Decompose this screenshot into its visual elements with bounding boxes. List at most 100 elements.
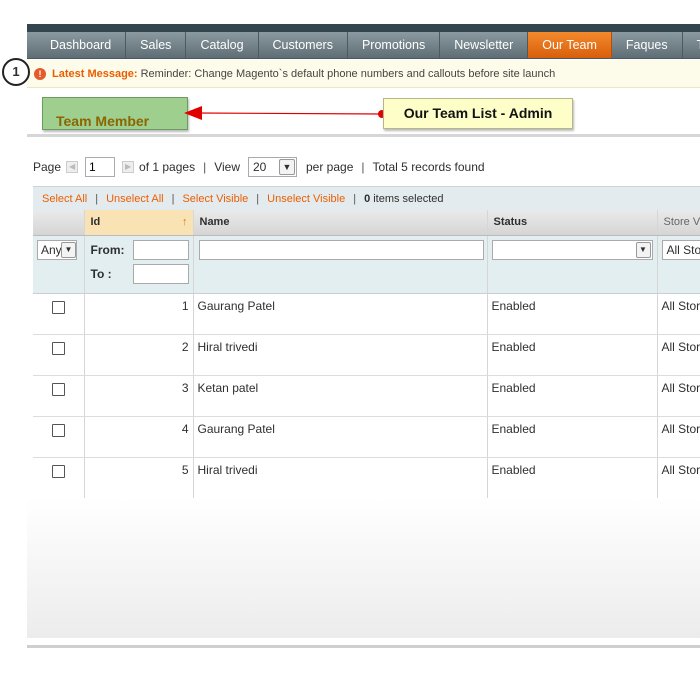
main-nav: Dashboard Sales Catalog Customers Promot… [27, 32, 700, 59]
page-input[interactable] [85, 157, 116, 177]
view-select-value: 20 [253, 160, 267, 174]
content-footer-area [27, 498, 700, 638]
filter-store: All Store Views [657, 235, 700, 294]
sort-asc-icon: ↑ [182, 216, 188, 229]
row-name: Gaurang Patel [193, 416, 488, 458]
selected-count: 0 [364, 192, 371, 205]
row-store: All Store Views [657, 416, 700, 458]
select-all-link[interactable]: Select All [42, 193, 87, 205]
page-label: Page [33, 160, 62, 174]
pager: Page ◀ ▶ of 1 pages | View 20 ▼ per page… [33, 157, 485, 177]
row-name: Hiral trivedi [193, 334, 488, 376]
row-id: 2 [84, 334, 194, 376]
row-name: Gaurang Patel [193, 293, 488, 335]
callout-number: 1 [2, 58, 30, 86]
table-row[interactable]: 4 Gaurang Patel Enabled All Store Views [33, 416, 700, 458]
page: Dashboard Sales Catalog Customers Promot… [0, 0, 700, 680]
separator: | [256, 192, 260, 205]
id-from-range: From: [91, 239, 193, 260]
header-bar [27, 24, 700, 32]
row-checkbox-cell [33, 375, 85, 417]
table-row[interactable]: 1 Gaurang Patel Enabled All Store Views [33, 293, 700, 335]
table-row[interactable]: 3 Ketan patel Enabled All Store Views [33, 375, 700, 417]
items-selected-text: items selected [373, 192, 444, 205]
row-checkbox[interactable] [51, 464, 65, 478]
nav-newsletter[interactable]: Newsletter [440, 32, 529, 58]
row-checkbox[interactable] [51, 341, 65, 355]
massaction-bar: Select All | Unselect All | Select Visib… [33, 186, 700, 210]
separator: | [203, 160, 207, 174]
header-status[interactable]: Status [487, 210, 658, 236]
row-id: 4 [84, 416, 194, 458]
row-name: Ketan patel [193, 375, 488, 417]
row-id: 1 [84, 293, 194, 335]
chevron-down-icon: ▼ [635, 241, 651, 258]
latest-message-label: Latest Message: [52, 67, 138, 80]
store-filter-select[interactable]: All Store Views [661, 239, 700, 260]
row-id: 5 [84, 457, 194, 499]
header-store-view[interactable]: Store View [657, 210, 700, 236]
header-name[interactable]: Name [193, 210, 488, 236]
header-id-label: Id [90, 216, 101, 229]
filter-name [193, 235, 488, 294]
chevron-down-icon: ▼ [61, 241, 76, 258]
select-visible-link[interactable]: Select Visible [182, 193, 248, 205]
unselect-visible-link[interactable]: Unselect Visible [267, 193, 345, 205]
row-store: All Store Views [657, 293, 700, 335]
any-select[interactable]: Any ▼ [37, 239, 77, 260]
row-checkbox-cell [33, 457, 85, 499]
nav-sales[interactable]: Sales [126, 32, 187, 58]
team-member-box: Team Member [42, 97, 188, 130]
row-checkbox[interactable] [51, 300, 65, 314]
row-checkbox-cell [33, 293, 85, 335]
team-grid: Id ↑ Name Status Store View Any ▼ From: T… [33, 210, 700, 499]
separator: | [361, 160, 365, 174]
footer-divider [27, 645, 700, 648]
row-status: Enabled [487, 416, 658, 458]
next-page-icon[interactable]: ▶ [122, 161, 135, 173]
nav-truncated-item[interactable]: To [683, 32, 700, 58]
nav-dashboard[interactable]: Dashboard [27, 32, 127, 58]
view-select[interactable]: 20 ▼ [248, 157, 297, 177]
unselect-all-link[interactable]: Unselect All [106, 193, 163, 205]
total-records: Total 5 records found [372, 160, 485, 174]
prev-page-icon[interactable]: ◀ [66, 161, 79, 173]
divider [27, 134, 700, 137]
filter-massaction: Any ▼ [33, 235, 85, 294]
filter-status: ▼ [487, 235, 658, 294]
row-id: 3 [84, 375, 194, 417]
id-from-input[interactable] [132, 239, 189, 260]
id-to-input[interactable] [132, 263, 189, 284]
name-filter-input[interactable] [198, 239, 484, 260]
table-row[interactable]: 2 Hiral trivedi Enabled All Store Views [33, 334, 700, 376]
grid-header-row: Id ↑ Name Status Store View [33, 210, 700, 236]
chevron-down-icon: ▼ [279, 159, 295, 175]
row-checkbox-cell [33, 416, 85, 458]
nav-customers[interactable]: Customers [259, 32, 348, 58]
per-page-text: per page [306, 160, 354, 174]
nav-promotions[interactable]: Promotions [348, 32, 441, 58]
alert-icon: ! [34, 67, 46, 80]
row-checkbox-cell [33, 334, 85, 376]
filter-id: From: To : [84, 235, 194, 294]
row-checkbox[interactable] [51, 382, 65, 396]
admin-list-label: Our Team List - Admin [383, 98, 573, 129]
nav-faques[interactable]: Faques [612, 32, 683, 58]
latest-message-bar: ! Latest Message: Reminder: Change Magen… [27, 60, 700, 88]
separator: | [171, 192, 175, 205]
row-checkbox[interactable] [51, 423, 65, 437]
grid-filter-row: Any ▼ From: To : ▼ All Store Views [33, 235, 700, 294]
nav-catalog[interactable]: Catalog [186, 32, 259, 58]
row-status: Enabled [487, 334, 658, 376]
table-row[interactable]: 5 Hiral trivedi Enabled All Store Views [33, 457, 700, 499]
row-store: All Store Views [657, 457, 700, 499]
status-filter-select[interactable]: ▼ [491, 239, 653, 260]
view-label: View [214, 160, 240, 174]
header-id[interactable]: Id ↑ [84, 210, 194, 236]
separator: | [95, 192, 99, 205]
latest-message-text[interactable]: Reminder: Change Magento`s default phone… [141, 68, 556, 80]
to-label: To : [90, 266, 112, 281]
row-store: All Store Views [657, 375, 700, 417]
header-massaction [33, 210, 85, 236]
nav-our-team[interactable]: Our Team [528, 32, 612, 58]
